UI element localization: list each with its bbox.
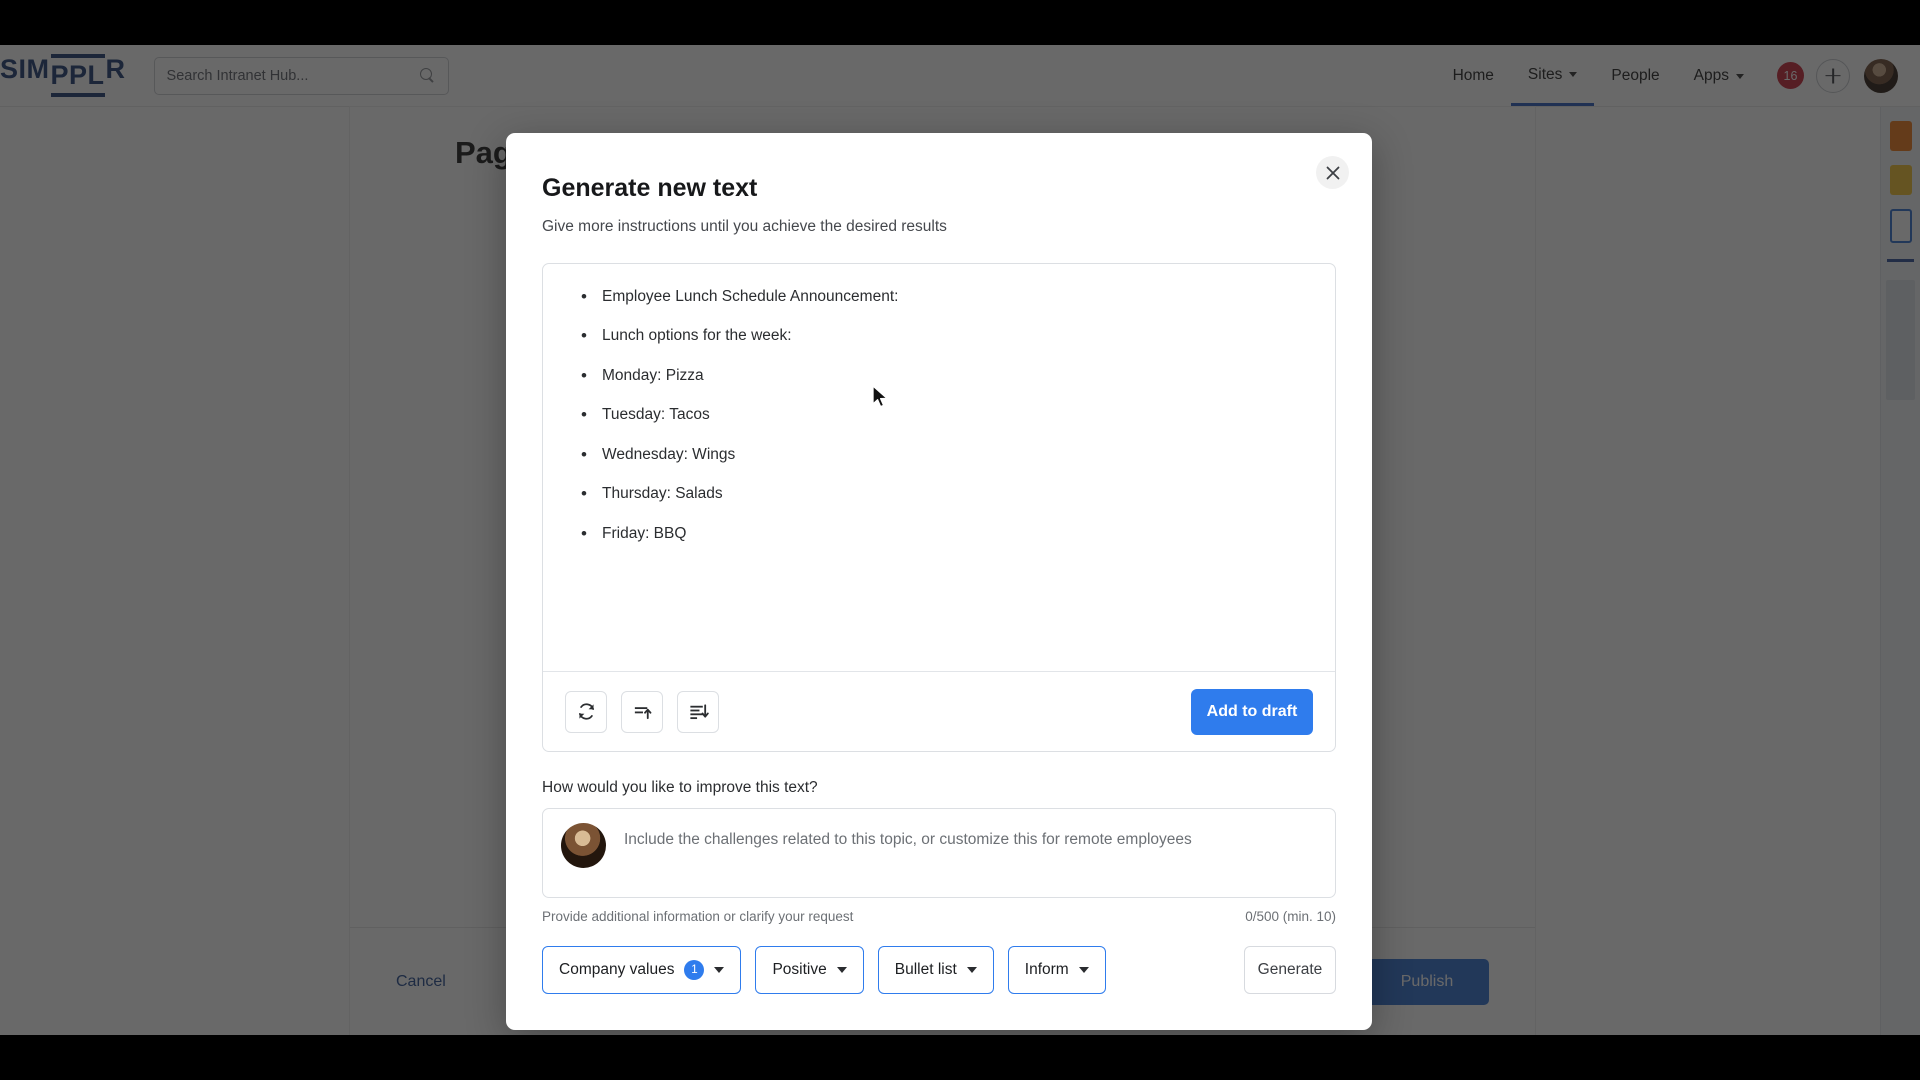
modal-title: Generate new text	[542, 174, 758, 202]
add-to-draft-button[interactable]: Add to draft	[1191, 688, 1313, 735]
shorten-icon[interactable]	[621, 690, 663, 733]
generate-new-text-modal: Generate new text Give more instructions…	[506, 133, 1372, 1030]
list-item: Monday: Pizza	[573, 364, 1305, 389]
chip-label: Bullet list	[894, 961, 957, 978]
improve-placeholder: Include the challenges related to this t…	[624, 831, 1192, 848]
chevron-down-icon	[1078, 967, 1089, 973]
list-item: Lunch options for the week:	[573, 324, 1305, 349]
character-counter: 0/500 (min. 10)	[1245, 909, 1336, 924]
list-item: Tuesday: Tacos	[573, 403, 1305, 428]
helper-text: Provide additional information or clarif…	[542, 909, 854, 924]
generated-text-toolbar: Add to draft	[543, 671, 1335, 751]
improve-prompt-label: How would you like to improve this text?	[542, 779, 818, 796]
modal-subtitle: Give more instructions until you achieve…	[542, 218, 947, 235]
chip-tone[interactable]: Positive	[755, 946, 864, 994]
chevron-down-icon	[714, 967, 725, 973]
chevron-down-icon	[966, 967, 977, 973]
generated-text-body[interactable]: Employee Lunch Schedule Announcement: Lu…	[543, 264, 1335, 671]
list-item: Friday: BBQ	[573, 522, 1305, 547]
option-chip-row: Company values 1 Positive Bullet list In…	[542, 946, 1336, 994]
improve-prompt-input[interactable]: Include the challenges related to this t…	[542, 808, 1336, 898]
chip-format[interactable]: Bullet list	[877, 946, 994, 994]
list-item: Wednesday: Wings	[573, 443, 1305, 468]
regenerate-icon[interactable]	[565, 690, 607, 733]
chip-company-values[interactable]: Company values 1	[542, 946, 742, 994]
improve-helper-row: Provide additional information or clarif…	[542, 909, 1336, 924]
avatar	[561, 823, 606, 868]
chip-count-badge: 1	[684, 960, 705, 980]
list-item: Employee Lunch Schedule Announcement:	[573, 285, 1305, 310]
generate-button[interactable]: Generate	[1244, 946, 1336, 994]
generated-bullet-list: Employee Lunch Schedule Announcement: Lu…	[573, 285, 1305, 547]
expand-icon[interactable]	[677, 690, 719, 733]
mouse-cursor	[872, 385, 888, 408]
chip-label: Inform	[1024, 961, 1069, 978]
generated-text-card: Employee Lunch Schedule Announcement: Lu…	[542, 263, 1336, 752]
chevron-down-icon	[836, 967, 847, 973]
chip-label: Company values	[559, 961, 675, 978]
browser-viewport: SIMPPLR Search Intranet Hub... Home Site…	[0, 45, 1920, 1035]
chip-label: Positive	[772, 961, 827, 978]
close-icon[interactable]	[1316, 156, 1349, 189]
screen: SIMPPLR Search Intranet Hub... Home Site…	[0, 0, 1920, 1080]
chip-intent[interactable]: Inform	[1007, 946, 1106, 994]
list-item: Thursday: Salads	[573, 482, 1305, 507]
